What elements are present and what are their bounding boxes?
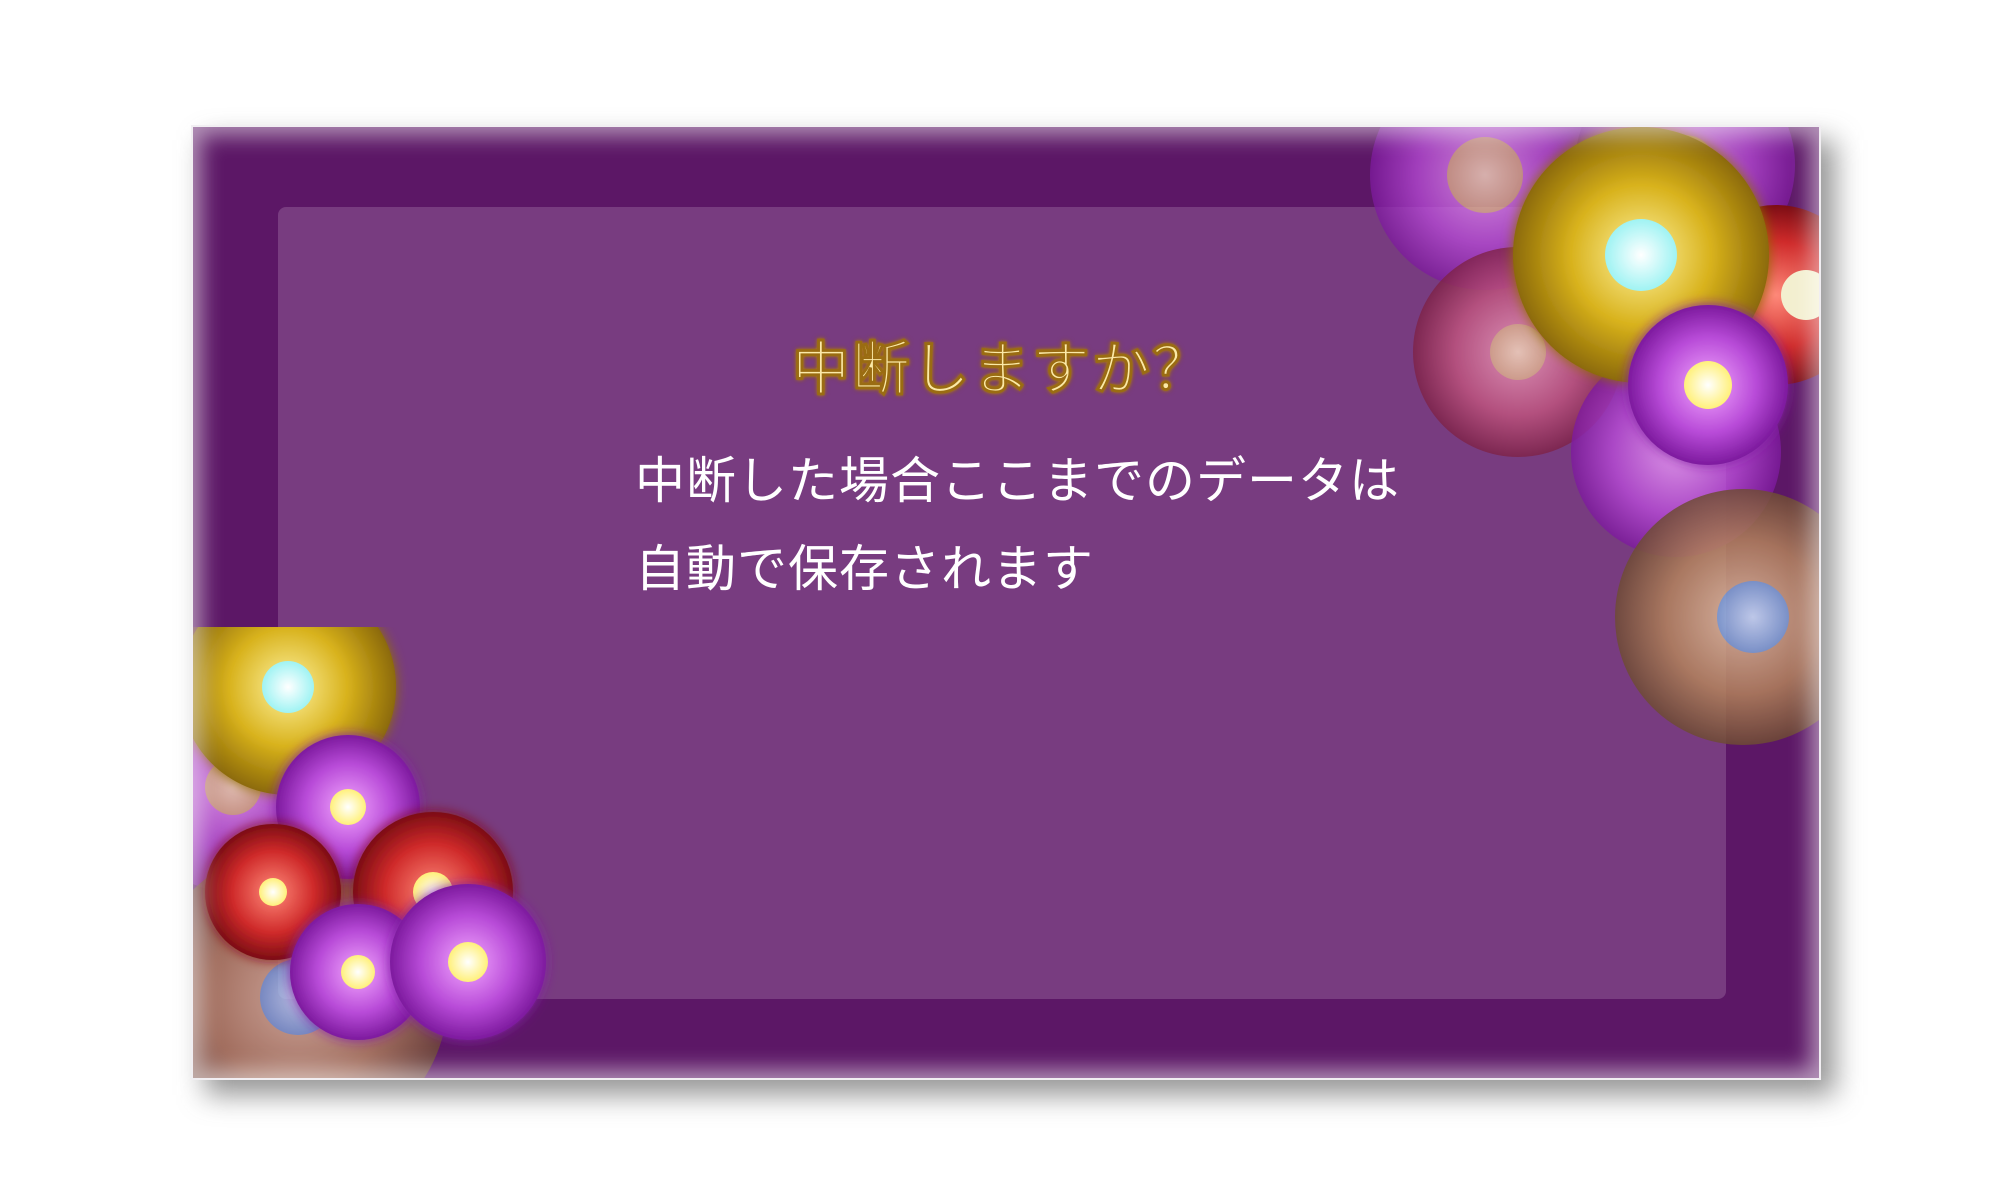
dialog-message-line-1: 中断した場合ここまでのデータは xyxy=(635,452,1400,510)
top-right-flower-cluster-icon xyxy=(1370,127,1819,745)
suspend-dialog: 中断しますか？ 中断した場合ここまでのデータは 自動で保存されます xyxy=(191,125,1821,1080)
dialog-message-line-2: 自動で保存されます xyxy=(635,540,1094,598)
bottom-left-flower-cluster-icon xyxy=(193,627,546,1078)
game-screen: 中断しますか？ 中断した場合ここまでのデータは 自動で保存されます xyxy=(0,0,2000,1200)
dialog-message: 中断した場合ここまでのデータは 自動で保存されます xyxy=(635,437,1400,613)
